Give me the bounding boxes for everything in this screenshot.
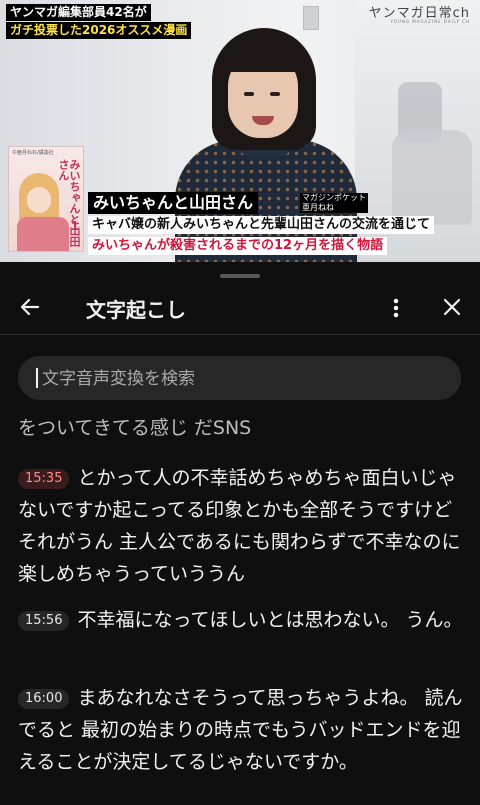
segment-text: をついてきてる感じ だSNS — [18, 417, 252, 439]
drag-handle[interactable] — [220, 274, 260, 278]
more-vert-icon — [393, 298, 399, 318]
segment-text: まあなれなさそうって思っちゃうよね。 読んでると 最初の始まりの時点でもうバッド… — [18, 687, 463, 773]
segment-timestamp[interactable]: 15:35 — [18, 469, 70, 489]
back-button[interactable] — [16, 293, 44, 321]
caption-line1: キャバ嬢の新人みいちゃんと先輩山田さんの交流を通じて — [88, 216, 435, 234]
transcript-segment[interactable]: 16:00 まあなれなさそうって思っちゃうよね。 読んでると 最初の始まりの時点で… — [18, 682, 464, 778]
person-fringe — [224, 36, 304, 72]
segment-timestamp[interactable]: 16:00 — [18, 689, 70, 709]
transcript-panel: 文字起こし をついてきてる感じ だSNS 15:35とかって人の不幸話めちゃめち… — [0, 262, 480, 805]
person-eye — [270, 92, 280, 96]
manga-cover-title: みいちゃんと山田さん — [57, 159, 81, 247]
video-headline-line1: ヤンマガ編集部員42名が — [6, 4, 151, 21]
caption-title: みいちゃんと山田さん — [88, 192, 259, 214]
transcript-search[interactable] — [18, 356, 461, 402]
transcript-search-input[interactable] — [40, 356, 444, 402]
manga-credit: ©亜月ねね/講談社 — [12, 150, 54, 156]
panel-toolbar: 文字起こし — [0, 286, 480, 330]
caption-author: 亜月ねね — [302, 203, 334, 212]
caption-meta: マガジンポケット 亜月ねね — [300, 193, 368, 213]
toolbar-divider — [0, 334, 480, 335]
caption-publisher: マガジンポケット — [302, 193, 366, 202]
segment-text: 不幸福になってほしいとは思わない。 うん。 — [77, 609, 463, 631]
transcript-segment[interactable]: 15:56 不幸福になってほしいとは思わない。 うん。 — [18, 604, 464, 636]
transcript-segment[interactable]: をついてきてる感じ だSNS — [18, 412, 464, 444]
background-chair — [392, 130, 472, 225]
more-options-button[interactable] — [386, 294, 406, 322]
transcript-segment[interactable]: 15:35 とかって人の不幸話めちゃめちゃ面白いじゃないですか起こってる印象とかも… — [18, 462, 464, 590]
close-icon — [443, 298, 461, 316]
text-caret — [36, 368, 38, 388]
video-headline-line2: ガチ投票した2026オススメ漫画 — [6, 22, 192, 39]
panel-title: 文字起こし — [86, 298, 186, 322]
manga-illustration-face — [27, 187, 51, 213]
wall-switch — [303, 6, 319, 30]
close-button[interactable] — [440, 295, 464, 319]
video-frame[interactable]: ヤンマガ編集部員42名が ガチ投票した2026オススメ漫画 ヤンマガ日常ch Y… — [0, 0, 480, 262]
channel-watermark-sub: YOUNG MAGAZINE DAILY CH — [390, 19, 470, 24]
person-eye — [244, 92, 254, 96]
segment-timestamp[interactable]: 15:56 — [18, 611, 70, 631]
manga-volume: 1 — [70, 219, 79, 233]
manga-cover: ©亜月ねね/講談社 みいちゃんと山田さん 1 — [8, 146, 84, 252]
caption-line2: みいちゃんが殺害されるまでの12ヶ月を描く物語 — [88, 237, 388, 255]
segment-text: とかって人の不幸話めちゃめちゃ面白いじゃないですか起こってる印象とかも全部そうで… — [18, 467, 461, 585]
back-arrow-icon — [20, 298, 40, 316]
